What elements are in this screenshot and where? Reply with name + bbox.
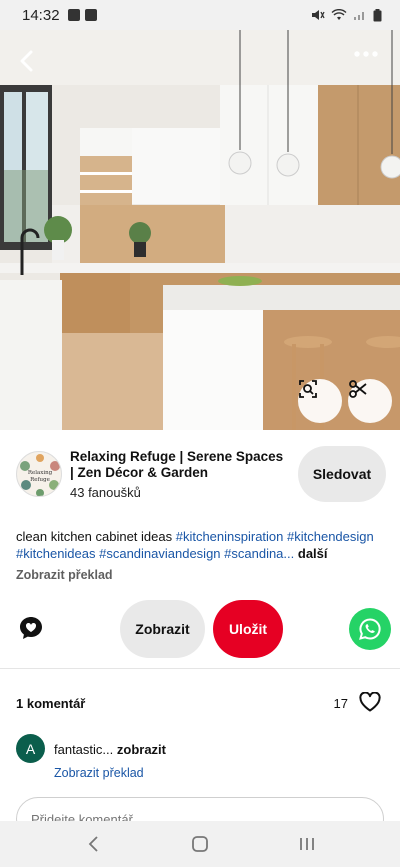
nav-back-icon [89,836,98,852]
nav-back-button[interactable] [73,829,113,859]
comment-item: A fantastic... zobrazit [16,734,376,763]
action-bar: Zobrazit Uložit [0,600,400,660]
image-notification-icon [84,9,97,21]
description-text: clean kitchen cabinet ideas [16,529,176,544]
nav-recents-icon [299,838,314,850]
follow-button[interactable]: Sledovat [298,446,386,502]
pin-image[interactable] [0,30,400,430]
svg-text:Relaxing: Relaxing [28,470,53,476]
battery-icon [373,8,382,21]
translate-comment-link[interactable]: Zobrazit překlad [54,766,144,780]
comments-count[interactable]: 1 komentář [16,696,85,711]
creator-followers: 43 fanoušků [70,484,141,500]
creator-row: Relaxing Refuge Relaxing Refuge | Serene… [16,446,386,502]
cutout-button[interactable] [348,379,392,423]
svg-text:Refuge: Refuge [30,477,50,483]
like-button[interactable] [358,691,382,714]
comments-header: 1 komentář 17 [16,691,382,714]
system-nav-bar [0,821,400,867]
comment-icon [20,616,42,639]
signal-icon [354,12,364,20]
nav-home-button[interactable] [180,829,220,859]
whatsapp-share-button[interactable] [349,608,391,650]
status-bar: 14:32 [0,0,400,30]
more-link[interactable]: další [298,546,328,561]
wifi-icon [331,9,347,20]
view-button[interactable]: Zobrazit [120,600,205,658]
comment-text: fantastic... [54,742,117,757]
commenter-avatar[interactable]: A [16,734,45,763]
like-count: 17 [333,695,348,711]
creator-name[interactable]: Relaxing Refuge | Serene Spaces | Zen Dé… [70,449,290,481]
translate-description-link[interactable]: Zobrazit překlad [16,568,113,582]
status-time: 14:32 [22,6,60,24]
more-options-button[interactable] [354,50,384,70]
nav-recents-button[interactable] [287,829,327,859]
mute-icon [312,10,325,20]
whatsapp-icon [359,618,381,640]
scissors-icon [349,380,367,398]
section-divider [0,668,400,669]
nav-home-icon [192,836,208,852]
back-icon [20,50,33,72]
save-button[interactable]: Uložit [213,600,283,658]
kitchen-photo [0,30,400,430]
creator-avatar[interactable]: Relaxing Refuge [16,451,62,497]
show-comment-link[interactable]: zobrazit [117,742,166,757]
more-icon [354,51,378,57]
visual-search-icon [299,380,317,398]
creator-logo: Relaxing Refuge [19,454,61,496]
pin-description: clean kitchen cabinet ideas #kitcheninsp… [16,528,386,562]
heart-icon [359,691,381,712]
gallery-notification-icon [67,9,80,21]
visual-search-button[interactable] [298,379,342,423]
back-button[interactable] [14,48,44,78]
comment-button[interactable] [16,614,46,644]
